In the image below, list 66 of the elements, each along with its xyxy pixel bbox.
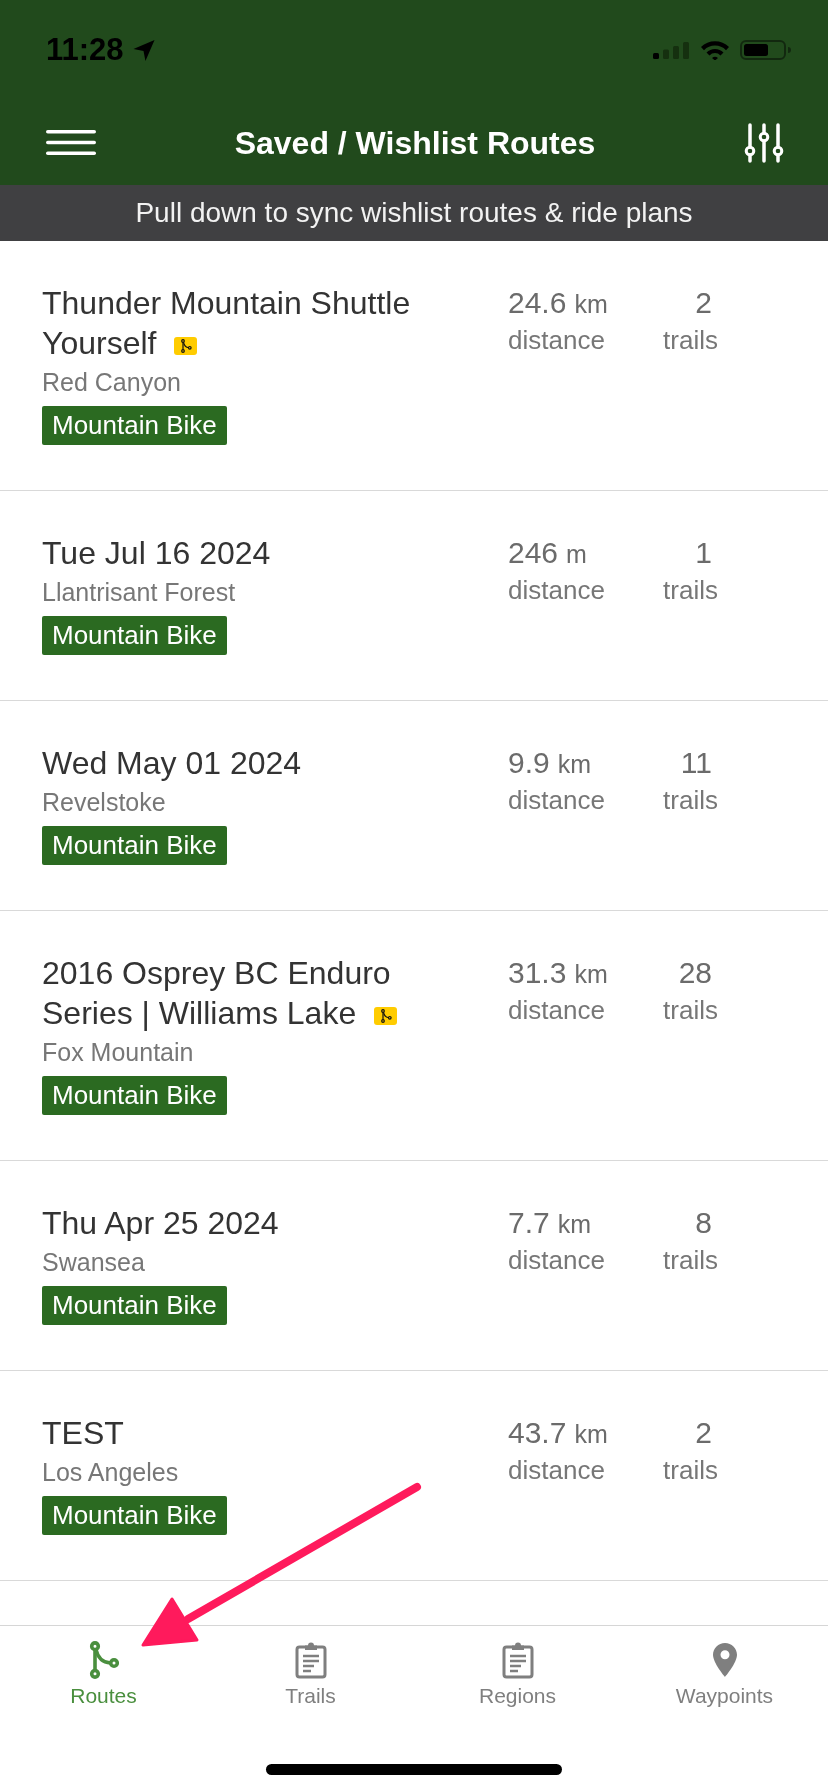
- activity-tag: Mountain Bike: [42, 1286, 227, 1325]
- tab[interactable]: Routes: [0, 1626, 207, 1726]
- route-region: Los Angeles: [42, 1457, 180, 1487]
- tab[interactable]: Regions: [414, 1626, 621, 1726]
- route-region: Revelstoke: [42, 787, 167, 817]
- distance-value: 43.7: [508, 1416, 567, 1449]
- distance-value: 246: [508, 536, 559, 569]
- tab[interactable]: Waypoints: [621, 1626, 828, 1726]
- route-title: Tue Jul 16 2024: [42, 535, 271, 571]
- trails-label: trails: [663, 1455, 718, 1485]
- route-title: Thunder Mountain Shuttle Yourself: [42, 285, 411, 361]
- trail-count: 2: [695, 1416, 713, 1449]
- distance-unit: km: [557, 1210, 592, 1238]
- menu-icon: [46, 130, 96, 155]
- trail-count: 1: [695, 536, 713, 569]
- distance-value: 24.6: [508, 286, 567, 319]
- trails-label: trails: [663, 785, 718, 815]
- distance-unit: km: [574, 1420, 608, 1448]
- tab[interactable]: Trails: [207, 1626, 414, 1726]
- route-region: Swansea: [42, 1247, 146, 1277]
- wifi-icon: [700, 40, 730, 60]
- distance-label: distance: [508, 325, 605, 355]
- clipboard-icon: [501, 1641, 534, 1679]
- activity-tag: Mountain Bike: [42, 406, 227, 445]
- distance-value: 9.9: [508, 746, 550, 779]
- signal-icon: [653, 41, 690, 59]
- distance-label: distance: [508, 1455, 605, 1485]
- map-pin-icon: [712, 1643, 737, 1677]
- route-title: TEST: [42, 1415, 124, 1451]
- status-time: 11:28: [46, 33, 124, 67]
- sync-banner: Pull down to sync wishlist routes & ride plans: [0, 185, 828, 241]
- distance-label: distance: [508, 575, 605, 605]
- distance-unit: km: [574, 290, 608, 318]
- distance-unit: km: [574, 960, 608, 988]
- filter-button[interactable]: [744, 122, 784, 163]
- distance-value: 7.7: [508, 1206, 550, 1239]
- activity-tag: Mountain Bike: [42, 826, 227, 865]
- trails-label: trails: [663, 575, 718, 605]
- trails-label: trails: [663, 325, 718, 355]
- route-region: Red Canyon: [42, 367, 182, 397]
- route-region: Llantrisant Forest: [42, 577, 237, 607]
- distance-unit: km: [557, 750, 592, 778]
- sliders-icon: [744, 122, 784, 163]
- distance-label: distance: [508, 785, 605, 815]
- route-title: Wed May 01 2024: [42, 745, 302, 781]
- battery-icon: [740, 40, 792, 60]
- trails-label: trails: [663, 995, 718, 1025]
- route-region: Fox Mountain: [42, 1037, 195, 1067]
- activity-tag: Mountain Bike: [42, 616, 227, 655]
- activity-tag: Mountain Bike: [42, 1496, 227, 1535]
- trail-count: 28: [678, 956, 713, 989]
- distance-unit: m: [566, 540, 587, 568]
- route-title: 2016 Osprey BC Enduro Series | Williams Lake: [42, 955, 391, 1031]
- trail-count: 11: [680, 746, 713, 779]
- distance-value: 31.3: [508, 956, 567, 989]
- distance-label: distance: [508, 995, 605, 1025]
- clipboard-icon: [294, 1641, 327, 1679]
- distance-label: distance: [508, 1245, 605, 1275]
- trail-count: 2: [695, 286, 713, 319]
- screen-title: Saved / Wishlist Routes: [234, 123, 596, 163]
- route-icon: [88, 1641, 119, 1679]
- activity-tag: Mountain Bike: [42, 1076, 227, 1115]
- menu-button[interactable]: [46, 130, 96, 155]
- route-title: Thu Apr 25 2024: [42, 1205, 279, 1241]
- trails-label: trails: [663, 1245, 718, 1275]
- trail-count: 8: [695, 1206, 713, 1239]
